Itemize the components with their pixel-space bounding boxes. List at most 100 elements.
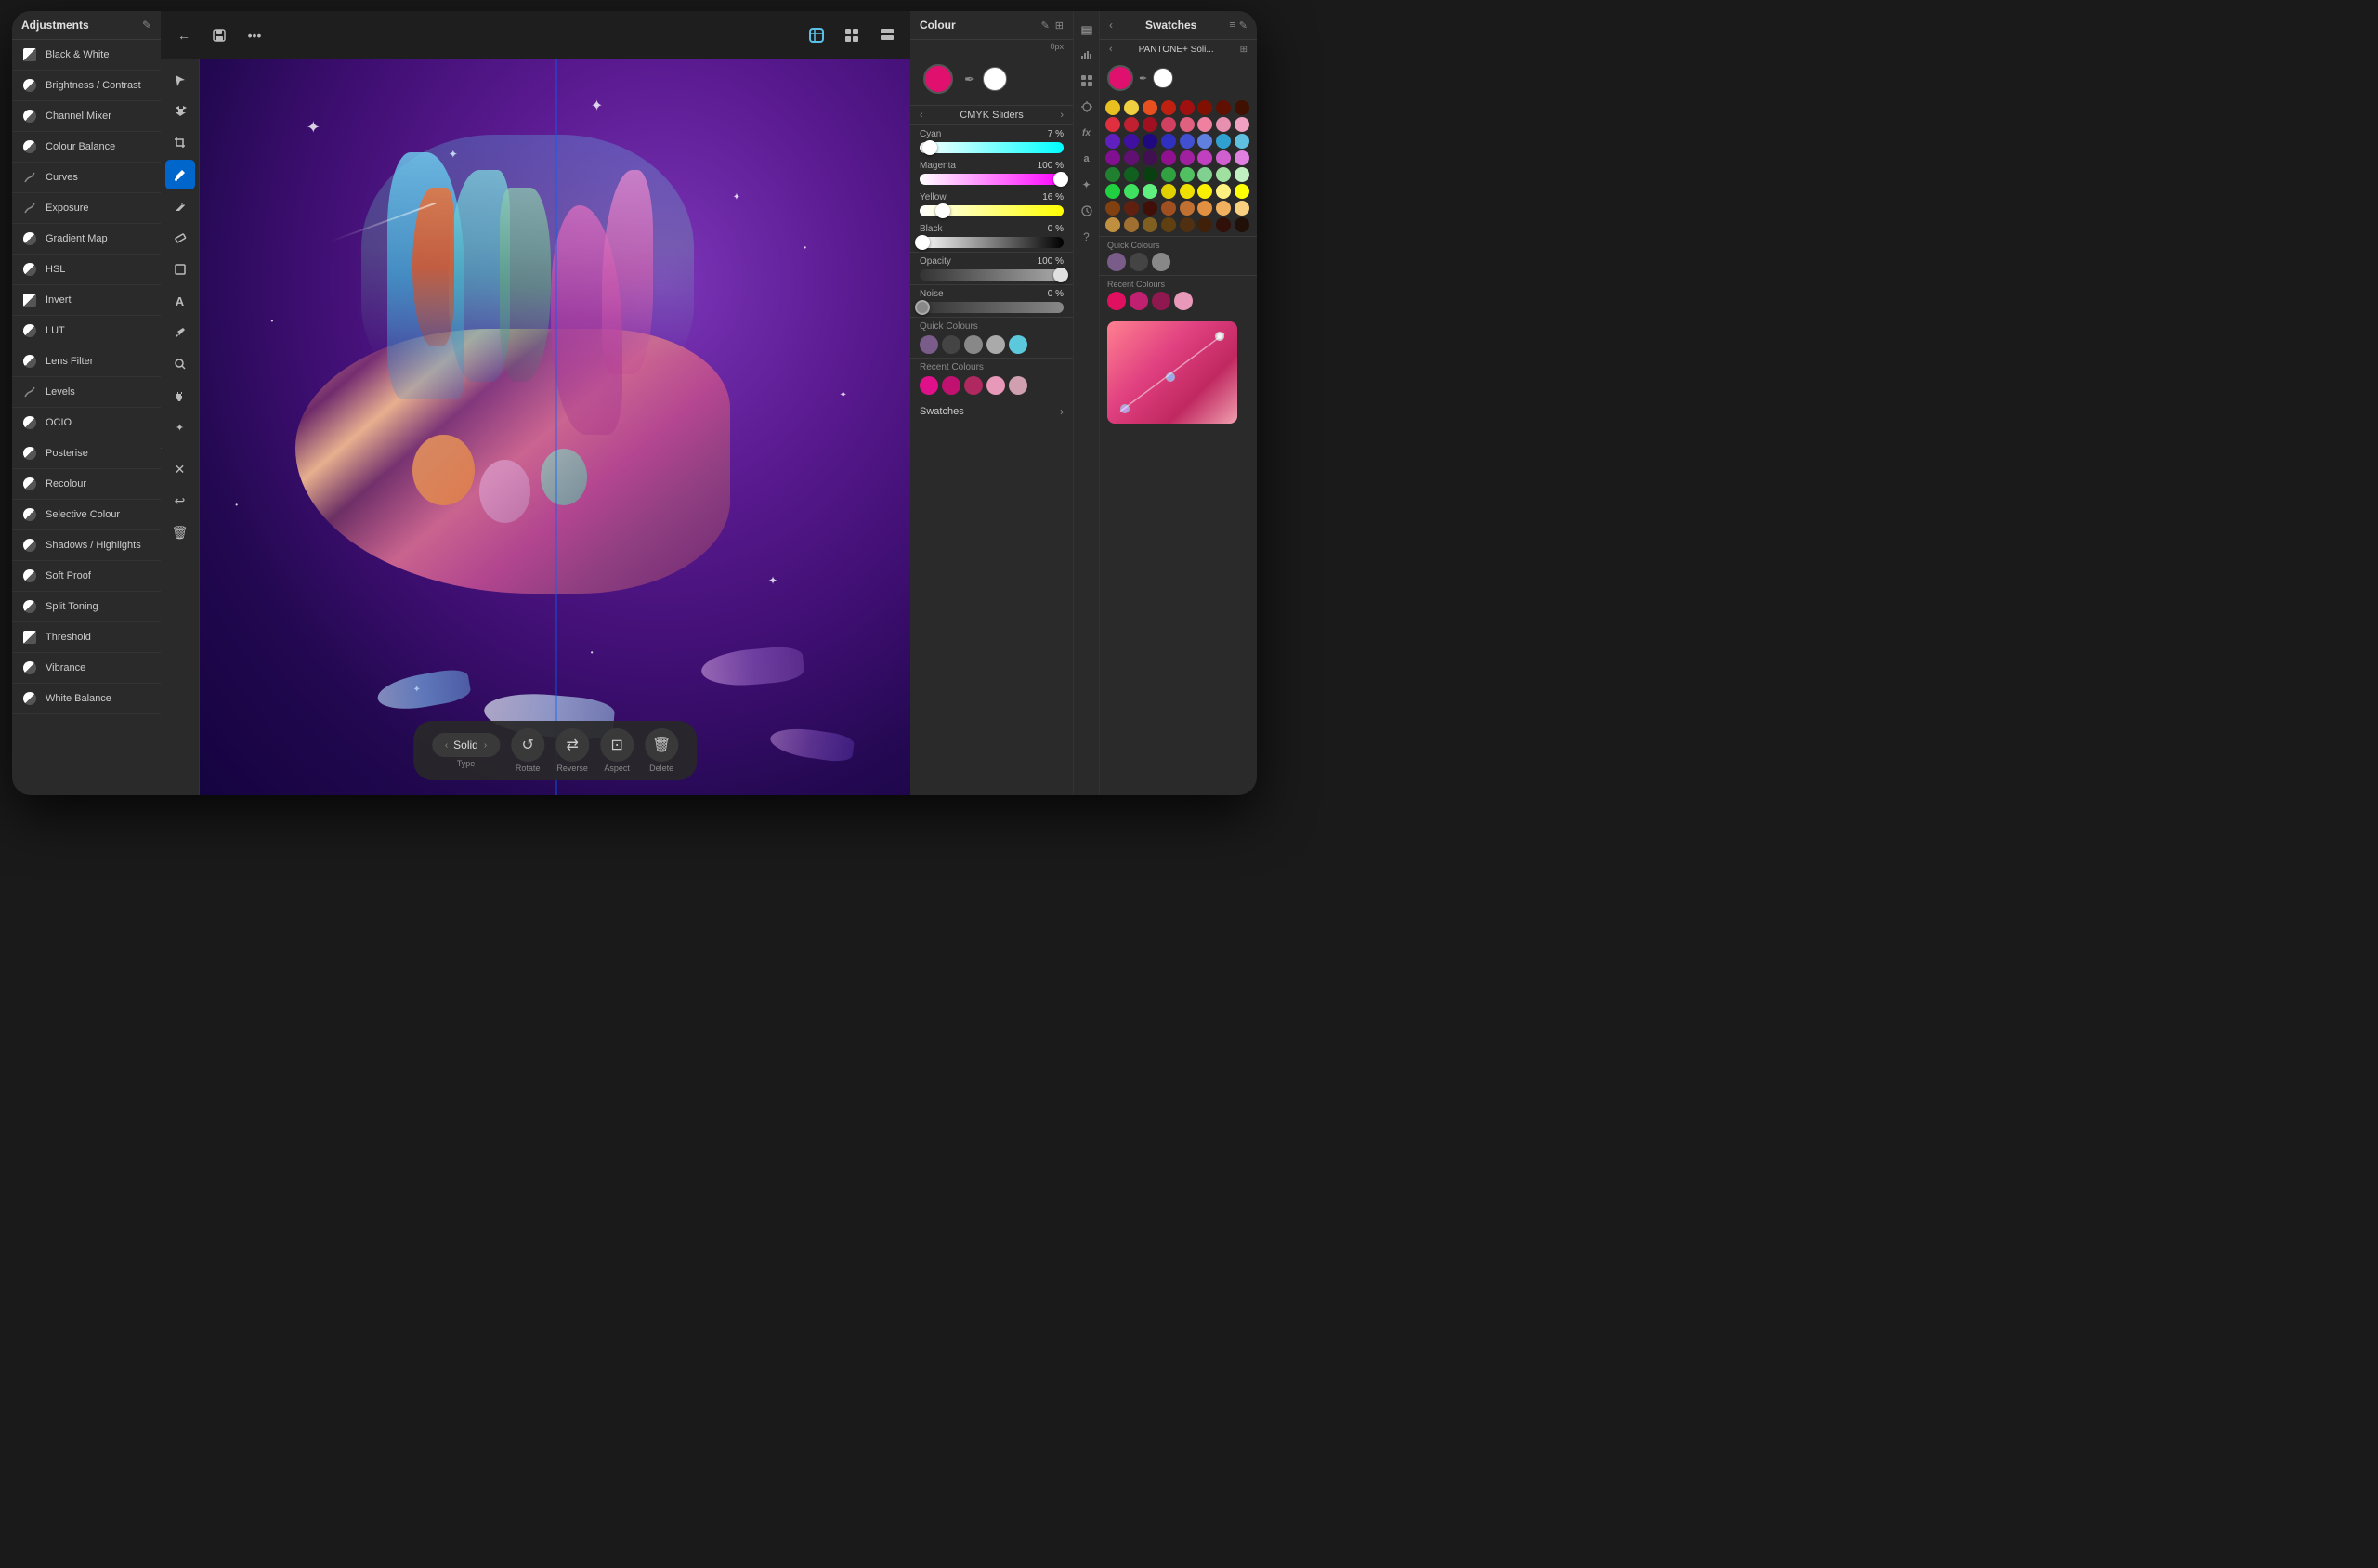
swatch-2-0[interactable] [1105,134,1120,149]
adjustment-item-ocio[interactable]: OCIO [12,408,161,438]
swatch-4-4[interactable] [1180,167,1195,182]
crop-tool[interactable] [165,128,195,158]
adjustment-item-recolour[interactable]: Recolour [12,469,161,500]
swatch-3-4[interactable] [1180,150,1195,165]
sw-quick-colour-2[interactable] [1152,253,1170,271]
adjustment-item-exposure[interactable]: Exposure [12,193,161,224]
close-icon[interactable]: ✕ [165,454,195,484]
pen-tool[interactable] [165,191,195,221]
filter-icon[interactable]: ✦ [165,412,195,442]
swatch-4-5[interactable] [1197,167,1212,182]
clock-icon[interactable] [1077,201,1097,221]
swatch-7-6[interactable] [1216,217,1231,232]
swatch-7-2[interactable] [1143,217,1157,232]
rectangle-tool[interactable] [165,255,195,284]
brush-tool[interactable] [165,160,195,189]
swatch-0-6[interactable] [1216,100,1231,115]
layers-icon[interactable] [1077,19,1097,39]
adjustment-item-invert[interactable]: Invert [12,285,161,316]
rotate-button[interactable]: ↺ [511,728,544,762]
swatch-0-4[interactable] [1180,100,1195,115]
adjustment-item-brightness[interactable]: Brightness / Contrast [12,71,161,101]
adjustment-item-bw[interactable]: Black & White [12,40,161,71]
swatches-link[interactable]: Swatches › [910,399,1073,424]
adjustment-item-channel[interactable]: Channel Mixer [12,101,161,132]
noise-slider[interactable] [920,302,1064,313]
adjustment-item-balance[interactable]: Colour Balance [12,132,161,163]
recent-colour-0[interactable] [920,376,938,395]
swatch-4-2[interactable] [1143,167,1157,182]
colour-mode-prev[interactable]: ‹ [920,110,923,121]
grid-button[interactable] [836,20,868,51]
swatch-0-5[interactable] [1197,100,1212,115]
swatch-1-0[interactable] [1105,117,1120,132]
swatch-7-1[interactable] [1124,217,1139,232]
magenta-slider[interactable] [920,174,1064,185]
swatch-1-4[interactable] [1180,117,1195,132]
black-slider[interactable] [920,237,1064,248]
type-icon[interactable]: a [1077,149,1097,169]
canvas-area[interactable]: ✦ ✦ ✦ ✦ • • ✦ • ✦ • ✦ [200,59,910,795]
swatch-1-5[interactable] [1197,117,1212,132]
swatch-6-4[interactable] [1180,201,1195,216]
colour-mode-next[interactable]: › [1060,110,1064,121]
swatch-2-4[interactable] [1180,134,1195,149]
swatch-4-6[interactable] [1216,167,1231,182]
swatch-3-0[interactable] [1105,150,1120,165]
swatch-7-4[interactable] [1180,217,1195,232]
swatch-2-5[interactable] [1197,134,1212,149]
swatch-4-1[interactable] [1124,167,1139,182]
zoom-tool[interactable] [165,349,195,379]
save-button[interactable] [203,20,235,51]
swatch-7-7[interactable] [1235,217,1249,232]
swatch-1-1[interactable] [1124,117,1139,132]
quick-colour-0[interactable] [920,335,938,354]
quick-colour-2[interactable] [964,335,983,354]
swatch-7-0[interactable] [1105,217,1120,232]
swatches-settings-icon[interactable]: ✎ [1239,20,1248,32]
swatch-5-1[interactable] [1124,184,1139,199]
swatch-2-6[interactable] [1216,134,1231,149]
hand-tool[interactable] [165,381,195,411]
opacity-slider[interactable] [920,269,1064,281]
adjustment-item-gradient[interactable]: Gradient Map [12,224,161,255]
recent-colour-4[interactable] [1009,376,1027,395]
view-button[interactable] [801,20,832,51]
adjustment-item-curves[interactable]: Curves [12,163,161,193]
rotate-view-icon[interactable] [1077,97,1097,117]
swatch-0-3[interactable] [1161,100,1176,115]
sw-recent-colour-0[interactable] [1107,292,1126,310]
swatch-5-5[interactable] [1197,184,1212,199]
swatch-5-0[interactable] [1105,184,1120,199]
colour-settings-icon[interactable]: ✎ [1041,20,1050,32]
adjustment-item-selective[interactable]: Selective Colour [12,500,161,530]
swatch-6-1[interactable] [1124,201,1139,216]
swatches-eyedropper-icon[interactable]: ✒ [1139,72,1147,85]
swatch-1-6[interactable] [1216,117,1231,132]
swatch-6-3[interactable] [1161,201,1176,216]
recent-colour-3[interactable] [986,376,1005,395]
swatch-6-0[interactable] [1105,201,1120,216]
histogram-icon[interactable] [1077,45,1097,65]
swatches-bg-swatch[interactable] [1153,68,1173,88]
select-tool[interactable] [165,65,195,95]
swatches-list-icon[interactable]: ≡ [1229,20,1235,32]
adjustment-item-posterise[interactable]: Posterise [12,438,161,469]
swatch-1-2[interactable] [1143,117,1157,132]
eyedropper-icon[interactable]: ✒ [962,70,977,89]
adjustment-item-vibrance[interactable]: Vibrance [12,653,161,684]
cyan-slider[interactable] [920,142,1064,153]
swatch-6-2[interactable] [1143,201,1157,216]
swatch-0-0[interactable] [1105,100,1120,115]
gradient-preview[interactable] [1107,321,1237,424]
more-button[interactable]: ••• [239,20,270,51]
adjustment-item-splittoning[interactable]: Split Toning [12,592,161,622]
adjustments-settings-icon[interactable]: ✎ [142,19,151,32]
swatch-0-2[interactable] [1143,100,1157,115]
swatch-5-6[interactable] [1216,184,1231,199]
sw-quick-colour-1[interactable] [1130,253,1148,271]
back-button[interactable]: ← [168,20,200,51]
delete-icon[interactable]: 🗑 [165,517,195,547]
swatch-2-2[interactable] [1143,134,1157,149]
yellow-slider[interactable] [920,205,1064,216]
